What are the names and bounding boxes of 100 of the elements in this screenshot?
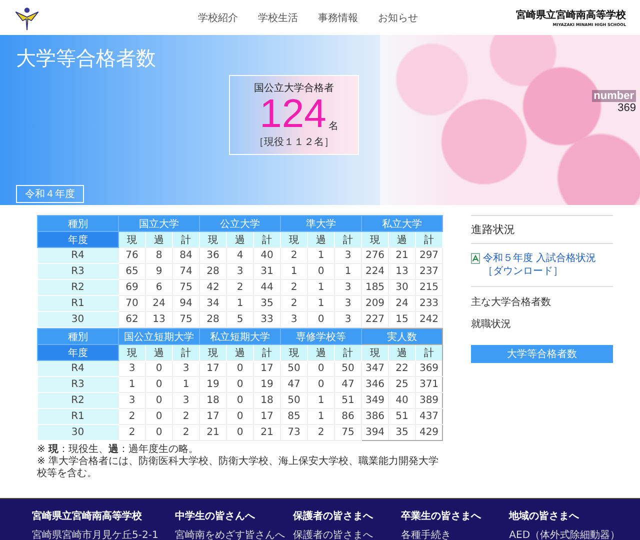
column-header: 実人数 (362, 328, 442, 344)
footnote: ※ 現：現役生、過：過年度生の略。 (37, 444, 200, 456)
table-cell: 346 (362, 376, 388, 392)
table-cell: 1 (172, 376, 200, 392)
footer-link[interactable]: 宮崎南をめざす皆さんへ (175, 528, 286, 540)
table-cell: 2 (172, 424, 200, 440)
big-number: 124 (260, 95, 326, 133)
table-cell: 85 (280, 408, 308, 424)
row-header: R1 (38, 296, 118, 312)
table-cell: 386 (362, 408, 388, 424)
table-cell: 47 (334, 376, 362, 392)
row-header: R2 (38, 392, 118, 408)
column-header: 現 (200, 232, 226, 248)
table-cell: 1 (308, 296, 334, 312)
row-header: R2 (38, 280, 118, 296)
column-header: 計 (416, 232, 442, 248)
footer-heading: 卒業生の皆さまへ (401, 510, 482, 523)
table-cell: 0 (226, 408, 254, 424)
table-cell: 84 (172, 248, 200, 264)
counter-label: number (592, 90, 636, 102)
table-cell: 40 (388, 392, 416, 408)
column-header: 過 (146, 232, 172, 248)
table-cell: 3 (334, 296, 362, 312)
table-cell: 25 (388, 376, 416, 392)
table-cell: 34 (200, 296, 226, 312)
table-cell: 69 (118, 280, 146, 296)
column-header: 過 (226, 344, 254, 360)
table-cell: 17 (254, 408, 280, 424)
table-cell: 19 (200, 376, 226, 392)
sidebar-link[interactable]: 就職状況 (471, 317, 613, 331)
table-cell: 0 (146, 424, 172, 440)
nav-link[interactable]: 事務情報 (318, 10, 358, 24)
column-header: 私立大学 (362, 216, 442, 232)
table-cell: 429 (416, 424, 442, 440)
column-header: 過 (308, 232, 334, 248)
table-cell: 2 (308, 424, 334, 440)
column-header: 私立短期大学 (200, 328, 280, 344)
table-cell: 389 (416, 392, 442, 408)
column-header: 現 (118, 344, 146, 360)
table-cell: 62 (118, 312, 146, 328)
download-link[interactable]: 令和５年度 入試合格状況［ダウンロード］ (483, 252, 613, 278)
table-cell: 40 (254, 248, 280, 264)
row-header: R3 (38, 264, 118, 280)
table-cell: 0 (146, 360, 172, 376)
table-cell: 0 (308, 376, 334, 392)
table-cell: 2 (118, 424, 146, 440)
column-header: 過 (388, 232, 416, 248)
table-cell: 394 (362, 424, 388, 440)
footer-heading: 保護者の皆さまへ (293, 510, 374, 523)
table-cell: 347 (362, 360, 388, 376)
table-cell: 2 (226, 280, 254, 296)
table-cell: 1 (118, 376, 146, 392)
footer-link[interactable]: AED（体外式除細動器） (509, 528, 620, 540)
column-header: 現 (362, 344, 388, 360)
footer-heading: 地域の皆さまへ (509, 510, 580, 523)
table-cell: 17 (254, 360, 280, 376)
table-cell: 13 (146, 312, 172, 328)
table-cell: 3 (172, 392, 200, 408)
column-header: 計 (172, 232, 200, 248)
table-cell: 44 (254, 280, 280, 296)
table-cell: 50 (280, 360, 308, 376)
column-header: 準大学 (280, 216, 362, 232)
footer-heading: 中学生の皆さんへ (175, 510, 256, 523)
table-cell: 76 (118, 248, 146, 264)
table-cell: 42 (200, 280, 226, 296)
table-cell: 371 (416, 376, 442, 392)
table-cell: 28 (200, 264, 226, 280)
table-cell: 3 (334, 312, 362, 328)
column-header: 現 (280, 232, 308, 248)
column-header: 現 (118, 232, 146, 248)
column-header: 過 (388, 344, 416, 360)
school-name: 宮崎県立宮崎南高等学校 (516, 8, 626, 22)
table-cell: 0 (146, 376, 172, 392)
column-header: 年度 (38, 344, 118, 360)
column-header: 現 (200, 344, 226, 360)
table-cell: 2 (280, 280, 308, 296)
table-cell: 75 (172, 280, 200, 296)
sidebar-title: 進路状況 (471, 215, 613, 244)
table-cell: 30 (388, 280, 416, 296)
footer-link[interactable]: 保護者の皆さまへ (293, 528, 394, 540)
nav-link[interactable]: 学校紹介 (198, 10, 238, 24)
column-header: 現 (362, 232, 388, 248)
table-cell: 50 (334, 360, 362, 376)
row-header: R4 (38, 248, 118, 264)
table-cell: 6 (146, 280, 172, 296)
footer-link[interactable]: 各種手続き (401, 528, 502, 540)
table-cell: 21 (254, 424, 280, 440)
table-cell: 1 (308, 280, 334, 296)
table-cell: 0 (226, 392, 254, 408)
table-cell: 4 (226, 248, 254, 264)
nav-link[interactable]: お知らせ (378, 10, 418, 24)
sidebar-link[interactable]: 主な大学合格者数 (471, 295, 613, 309)
nav-link[interactable]: 学校生活 (258, 10, 298, 24)
table-cell: 0 (308, 264, 334, 280)
table-cell: 1 (280, 264, 308, 280)
school-emblem-icon[interactable] (14, 4, 40, 30)
table-cell: 51 (334, 392, 362, 408)
counter-value: 369 (618, 102, 636, 114)
table-cell: 51 (388, 408, 416, 424)
table-cell: 86 (334, 408, 362, 424)
